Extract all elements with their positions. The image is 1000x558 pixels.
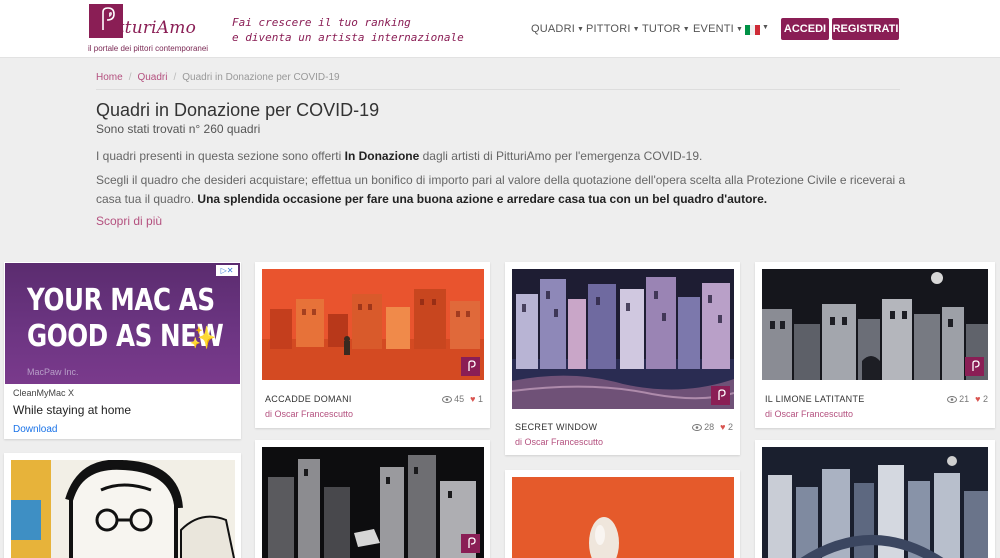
likes-count: 2 xyxy=(727,422,733,432)
painting-author[interactable]: di Oscar Francescutto xyxy=(265,409,353,419)
painting-image[interactable] xyxy=(11,460,235,558)
italian-flag-icon[interactable] xyxy=(745,25,760,35)
results-count: Sono stati trovati n° 260 quadri xyxy=(96,122,261,136)
logo-subtitle: il portale dei pittori contemporanei xyxy=(88,44,209,53)
painting-title[interactable]: IL LIMONE LATITANTE xyxy=(765,394,865,404)
intro-paragraph: I quadri presenti in questa sezione sono… xyxy=(96,149,703,163)
painting-card[interactable] xyxy=(505,470,740,558)
painting-image[interactable] xyxy=(512,477,734,558)
views-count: 45 xyxy=(454,394,465,404)
breadcrumb: Home / Quadri / Quadri in Donazione per COVI… xyxy=(96,72,340,83)
ad-download-link[interactable]: Download xyxy=(13,424,57,435)
tagline-line-1: Fai crescere il tuo ranking xyxy=(232,16,411,29)
chevron-down-icon: ▼ xyxy=(682,26,690,33)
eye-icon xyxy=(442,396,453,403)
painting-image[interactable] xyxy=(262,269,484,380)
heart-icon[interactable]: ♥ xyxy=(975,394,980,404)
breadcrumb-home[interactable]: Home xyxy=(96,72,123,83)
likes-count: 2 xyxy=(982,394,988,404)
heart-icon[interactable]: ♥ xyxy=(470,394,475,404)
painting-stats: 45 ♥ 1 xyxy=(442,394,483,404)
eye-icon xyxy=(947,396,958,403)
breadcrumb-quadri[interactable]: Quadri xyxy=(137,72,167,83)
painting-card[interactable]: IL LIMONE LATITANTE di Oscar Francescutt… xyxy=(755,262,995,428)
ad-banner[interactable]: YOUR MAC AS GOOD AS NEW ✨ MacPaw Inc. ▷✕ xyxy=(5,263,240,384)
painting-image[interactable] xyxy=(762,447,988,558)
chevron-down-icon[interactable]: ▼ xyxy=(762,24,769,31)
painting-author[interactable]: di Oscar Francescutto xyxy=(765,409,853,419)
nav-item-quadri[interactable]: QUADRI ▼ xyxy=(531,23,584,35)
learn-more-link[interactable]: Scopri di più xyxy=(96,214,162,228)
register-button[interactable]: REGISTRATI xyxy=(832,18,899,40)
painting-title[interactable]: SECRET WINDOW xyxy=(515,422,597,432)
likes-count: 1 xyxy=(477,394,483,404)
nav-item-label: QUADRI xyxy=(531,23,575,35)
site-logo[interactable]: itturiAmo il portale dei pittori contemp… xyxy=(88,4,228,56)
painting-card[interactable]: ACCADDE DOMANI di Oscar Francescutto 45 ♥… xyxy=(255,262,490,428)
nav-item-tutor[interactable]: TUTOR ▼ xyxy=(642,23,690,35)
nav-item-eventi[interactable]: EVENTI ▼ xyxy=(693,23,743,35)
page-title: Quadri in Donazione per COVID-19 xyxy=(96,100,380,120)
favorite-badge-icon[interactable] xyxy=(461,534,480,553)
divider xyxy=(96,89,900,90)
chevron-down-icon: ▼ xyxy=(735,26,744,33)
breadcrumb-current: Quadri in Donazione per COVID-19 xyxy=(182,72,340,83)
login-button[interactable]: ACCEDI xyxy=(781,18,829,40)
nav-item-label: EVENTI xyxy=(693,23,734,35)
tagline-line-2: e diventa un artista internazionale xyxy=(232,31,464,44)
painting-card[interactable] xyxy=(255,440,490,558)
ad-brand: MacPaw Inc. xyxy=(27,367,79,377)
advertisement[interactable]: YOUR MAC AS GOOD AS NEW ✨ MacPaw Inc. ▷✕… xyxy=(4,262,241,439)
nav-item-label: PITTORI xyxy=(586,23,631,35)
views-count: 28 xyxy=(704,422,715,432)
painting-card[interactable]: SECRET WINDOW di Oscar Francescutto 28 ♥ … xyxy=(505,262,740,455)
painting-author[interactable]: di Oscar Francescutto xyxy=(515,437,603,447)
painting-image[interactable] xyxy=(262,447,484,558)
heart-icon[interactable]: ♥ xyxy=(720,422,725,432)
instructions-paragraph: Scegli il quadro che desideri acquistare… xyxy=(96,173,906,206)
tagline: Fai crescere il tuo ranking e diventa un… xyxy=(232,15,464,45)
favorite-badge-icon[interactable] xyxy=(461,357,480,376)
top-navbar: itturiAmo il portale dei pittori contemp… xyxy=(0,0,1000,58)
painting-card[interactable] xyxy=(755,440,995,558)
ad-app-name: CleanMyMac X xyxy=(13,388,75,398)
nav-item-pittori[interactable]: PITTORI ▼ xyxy=(586,23,640,35)
sparkle-icon: ✨ xyxy=(189,325,217,350)
chevron-down-icon: ▼ xyxy=(632,26,640,33)
painting-stats: 28 ♥ 2 xyxy=(692,422,733,432)
ad-choices-icon[interactable]: ▷✕ xyxy=(216,265,238,276)
favorite-badge-icon[interactable] xyxy=(711,386,730,405)
logo-text: itturiAmo xyxy=(112,18,197,38)
painting-stats: 21 ♥ 2 xyxy=(947,394,988,404)
eye-icon xyxy=(692,424,703,431)
ad-text: While staying at home xyxy=(13,403,132,417)
favorite-badge-icon[interactable] xyxy=(965,357,984,376)
views-count: 21 xyxy=(959,394,970,404)
painting-card[interactable] xyxy=(4,453,241,558)
painting-title[interactable]: ACCADDE DOMANI xyxy=(265,394,352,404)
nav-item-label: TUTOR xyxy=(642,23,681,35)
painting-image[interactable] xyxy=(762,269,988,380)
painting-image[interactable] xyxy=(512,269,734,409)
chevron-down-icon: ▼ xyxy=(576,26,585,33)
